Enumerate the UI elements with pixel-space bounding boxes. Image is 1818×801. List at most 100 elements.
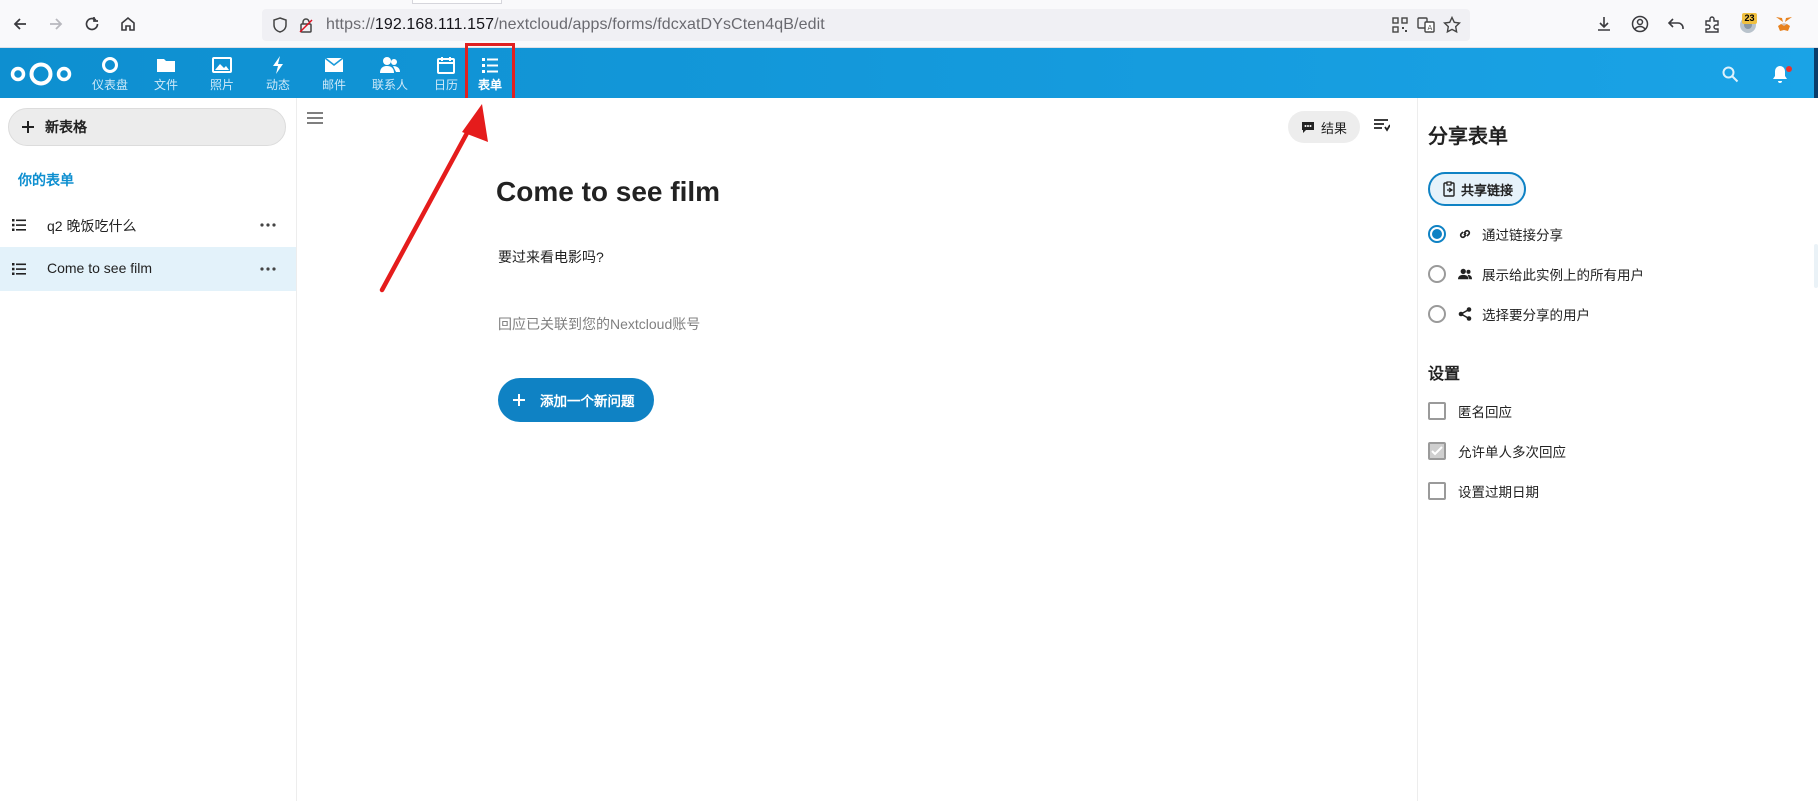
app-label: 仪表盘 [91,78,128,92]
forms-sidebar: 新表格 你的表单 q2 晚饭吃什么 Come to see film [0,98,297,801]
list-icon [12,218,26,232]
app-calendar[interactable]: 日历 [421,54,471,94]
translate-icon[interactable]: A [1416,15,1436,35]
forward-arrow-icon [50,18,63,30]
share-option-link[interactable]: 通过链接分享 [1428,222,1563,246]
app-files[interactable]: 文件 [141,54,191,94]
more-options-icon[interactable] [258,261,278,277]
sidebar-scroll-edge [1814,244,1818,288]
checkbox[interactable] [1428,402,1446,420]
header-scroll-edge [1814,48,1818,98]
reload-icon [85,17,99,31]
address-bar[interactable]: https://192.168.111.157/nextcloud/apps/f… [262,9,1470,41]
browser-toolbar: https://192.168.111.157/nextcloud/apps/f… [0,0,1818,48]
new-form-button[interactable]: 新表格 [8,108,286,146]
share-option-select-users[interactable]: 选择要分享的用户 [1428,302,1590,326]
form-list-item[interactable]: q2 晚饭吃什么 [0,203,296,247]
toggle-sidebar-icon[interactable] [1374,119,1390,133]
app-label: 联系人 [371,78,408,92]
chat-bubble-icon [1301,122,1314,133]
share-sidebar: 分享表单 共享链接 通过链接分享 展示给此实例上的所有用户 选择要分享的用户 设… [1417,98,1818,801]
users-icon [1458,267,1472,281]
plus-icon [22,121,34,133]
nextcloud-header: 仪表盘 文件 照片 动态 邮件 联系人 日历 表单 [0,48,1818,98]
insecure-lock-icon[interactable] [296,15,316,35]
plus-icon [513,394,525,406]
share-option-label: 选择要分享的用户 [1482,308,1590,323]
share-option-label: 通过链接分享 [1482,228,1563,243]
section-title: 你的表单 [18,172,74,188]
app-label: 日历 [433,78,458,92]
results-button[interactable]: 结果 [1288,111,1360,143]
app-photos[interactable]: 照片 [197,54,247,94]
reload-button[interactable] [80,12,104,36]
forward-button[interactable] [44,12,68,36]
bookmark-star-icon[interactable] [1442,15,1462,35]
setting-anonymous[interactable]: 匿名回应 [1428,400,1512,422]
list-icon [12,262,26,276]
app-label: 动态 [265,78,290,92]
contacts-icon [365,54,415,76]
annotation-arrow-icon [379,104,488,293]
app-label: 文件 [153,78,178,92]
calendar-icon [421,54,471,76]
radio-button[interactable] [1428,225,1446,243]
form-list-title: q2 晚饭吃什么 [47,218,137,234]
clipboard-icon [1443,181,1455,197]
url-prefix: https:// [326,16,375,33]
home-button[interactable] [116,12,140,36]
extension-badge: 23 [1742,13,1757,24]
checkbox[interactable] [1428,482,1446,500]
active-tab-edge [412,0,502,4]
download-icon[interactable] [1592,12,1616,36]
lightning-icon [253,54,303,76]
setting-multiple-responses[interactable]: 允许单人多次回应 [1428,440,1566,462]
radio-button[interactable] [1428,305,1446,323]
svg-text:A: A [1428,24,1433,32]
share-option-all-users[interactable]: 展示给此实例上的所有用户 [1428,262,1644,286]
link-icon [1458,227,1472,241]
qr-code-icon[interactable] [1390,15,1410,35]
extensions-icon[interactable] [1700,12,1724,36]
share-link-button[interactable]: 共享链接 [1428,172,1526,206]
search-icon[interactable] [1718,62,1742,86]
home-icon [121,16,135,31]
menu-toggle-icon[interactable] [307,112,323,124]
folder-icon [141,54,191,76]
app-activity[interactable]: 动态 [253,54,303,94]
add-question-button[interactable]: 添加一个新问题 [498,378,654,422]
setting-label: 允许单人多次回应 [1458,445,1566,460]
setting-expiry-date[interactable]: 设置过期日期 [1428,480,1539,502]
back-arrow-icon [13,18,26,30]
form-title[interactable]: Come to see film [496,176,720,208]
more-options-icon[interactable] [258,217,278,233]
form-list-title: Come to see film [47,260,153,276]
new-form-label: 新表格 [45,119,87,135]
app-label: 邮件 [321,78,346,92]
results-label: 结果 [1320,120,1347,136]
notification-dot [1786,66,1792,72]
form-list-item-active[interactable]: Come to see film [0,247,296,291]
app-dashboard[interactable]: 仪表盘 [85,54,135,94]
url-host: 192.168.111.157 [374,16,495,33]
metamask-fox-icon[interactable] [1772,12,1796,36]
share-link-label: 共享链接 [1460,182,1513,198]
check-icon [1431,446,1443,456]
setting-label: 设置过期日期 [1458,485,1539,500]
form-account-note: 回应已关联到您的Nextcloud账号 [498,316,701,332]
back-button[interactable] [8,12,32,36]
app-mail[interactable]: 邮件 [309,54,359,94]
account-icon[interactable] [1628,12,1652,36]
setting-label: 匿名回应 [1458,405,1512,420]
checkbox[interactable] [1428,442,1446,460]
radio-button[interactable] [1428,265,1446,283]
app-contacts[interactable]: 联系人 [365,54,415,94]
app-label: 照片 [209,78,234,92]
settings-title: 设置 [1428,366,1461,383]
mail-icon [309,54,359,76]
url-text: https://192.168.111.157/nextcloud/apps/f… [326,16,825,34]
nextcloud-logo[interactable] [10,60,72,88]
shield-icon[interactable] [270,15,290,35]
undo-icon[interactable] [1664,12,1688,36]
share-title: 分享表单 [1428,126,1508,148]
